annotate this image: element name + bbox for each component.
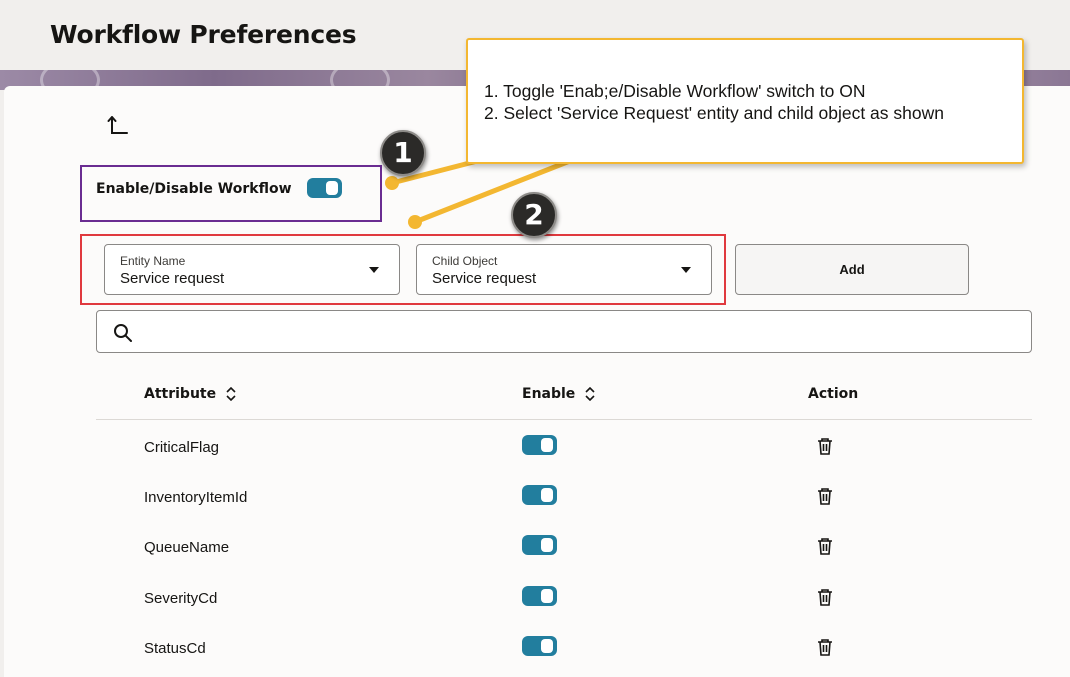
column-header-attribute[interactable]: Attribute xyxy=(144,386,236,402)
caret-down-icon xyxy=(369,267,379,273)
trash-icon[interactable] xyxy=(816,486,834,506)
attribute-enable-switch[interactable] xyxy=(522,435,557,455)
column-header-enable[interactable]: Enable xyxy=(522,386,595,402)
add-button[interactable]: Add xyxy=(735,244,969,295)
attribute-enable-switch[interactable] xyxy=(522,485,557,505)
child-object-value: Service request xyxy=(432,270,537,287)
attribute-enable-switch[interactable] xyxy=(522,586,557,606)
column-header-attribute-label: Attribute xyxy=(144,386,217,402)
table-row: QueueName xyxy=(0,521,1070,571)
column-header-action: Action xyxy=(808,386,859,402)
search-icon xyxy=(114,324,132,342)
attribute-name: CriticalFlag xyxy=(144,439,220,456)
table-row: StatusCd xyxy=(0,622,1070,672)
table-header-divider xyxy=(96,419,1032,420)
page-title: Workflow Preferences xyxy=(50,20,357,49)
attribute-name: StatusCd xyxy=(144,640,206,657)
trash-icon[interactable] xyxy=(816,536,834,556)
step-badge-2: 2 xyxy=(511,192,557,238)
enable-workflow-switch[interactable] xyxy=(307,178,342,198)
enable-workflow-label: Enable/Disable Workflow xyxy=(96,181,292,197)
entity-name-select[interactable]: Entity Name Service request xyxy=(104,244,400,295)
sort-icon[interactable] xyxy=(226,387,236,401)
column-header-enable-label: Enable xyxy=(522,386,576,402)
back-arrow-icon[interactable] xyxy=(106,114,130,138)
trash-icon[interactable] xyxy=(816,637,834,657)
sort-icon[interactable] xyxy=(585,387,595,401)
trash-icon[interactable] xyxy=(816,436,834,456)
table-row: SeverityCd xyxy=(0,572,1070,622)
search-field[interactable] xyxy=(96,310,1032,353)
caret-down-icon xyxy=(681,267,691,273)
entity-name-value: Service request xyxy=(120,270,225,287)
instruction-line-1: 1. Toggle 'Enab;e/Disable Workflow' swit… xyxy=(484,81,866,101)
trash-icon[interactable] xyxy=(816,587,834,607)
instruction-text: 1. Toggle 'Enab;e/Disable Workflow' swit… xyxy=(484,80,944,124)
step-badge-1: 1 xyxy=(380,130,426,176)
table-row: CriticalFlag xyxy=(0,421,1070,471)
entity-name-label: Entity Name xyxy=(120,254,186,268)
attribute-enable-switch[interactable] xyxy=(522,636,557,656)
attribute-name: InventoryItemId xyxy=(144,489,248,506)
attribute-enable-switch[interactable] xyxy=(522,535,557,555)
attribute-name: QueueName xyxy=(144,539,230,556)
table-row: InventoryItemId xyxy=(0,471,1070,521)
child-object-select[interactable]: Child Object Service request xyxy=(416,244,712,295)
instruction-line-2: 2. Select 'Service Request' entity and c… xyxy=(484,103,944,123)
search-input[interactable] xyxy=(143,317,1013,347)
child-object-label: Child Object xyxy=(432,254,498,268)
attribute-name: SeverityCd xyxy=(144,590,218,607)
